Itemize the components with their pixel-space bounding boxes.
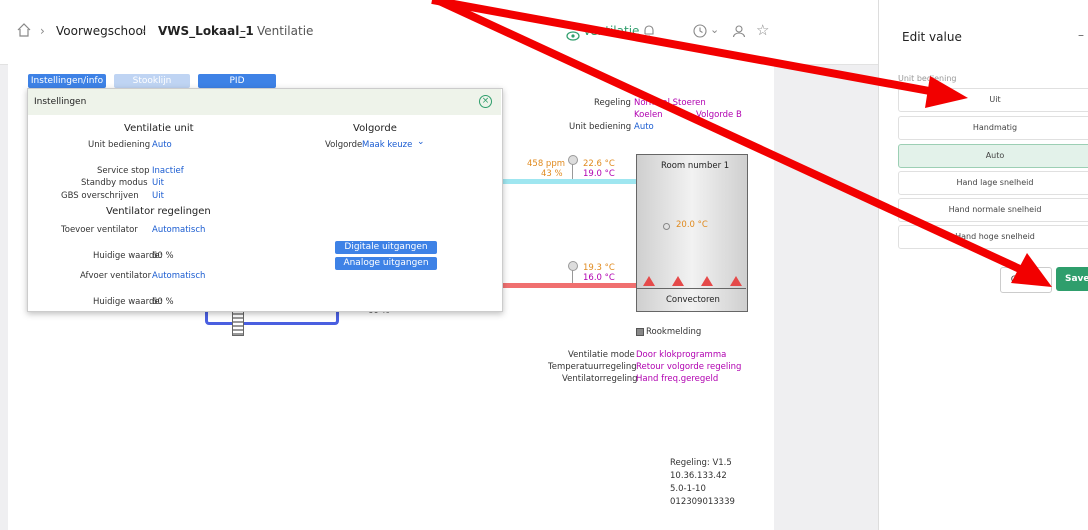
arrowhead-uit bbox=[925, 76, 968, 108]
arrow-to-cancel bbox=[435, 0, 1024, 274]
annotation-arrows bbox=[431, 0, 1052, 287]
arrow-to-uit bbox=[431, 0, 936, 96]
